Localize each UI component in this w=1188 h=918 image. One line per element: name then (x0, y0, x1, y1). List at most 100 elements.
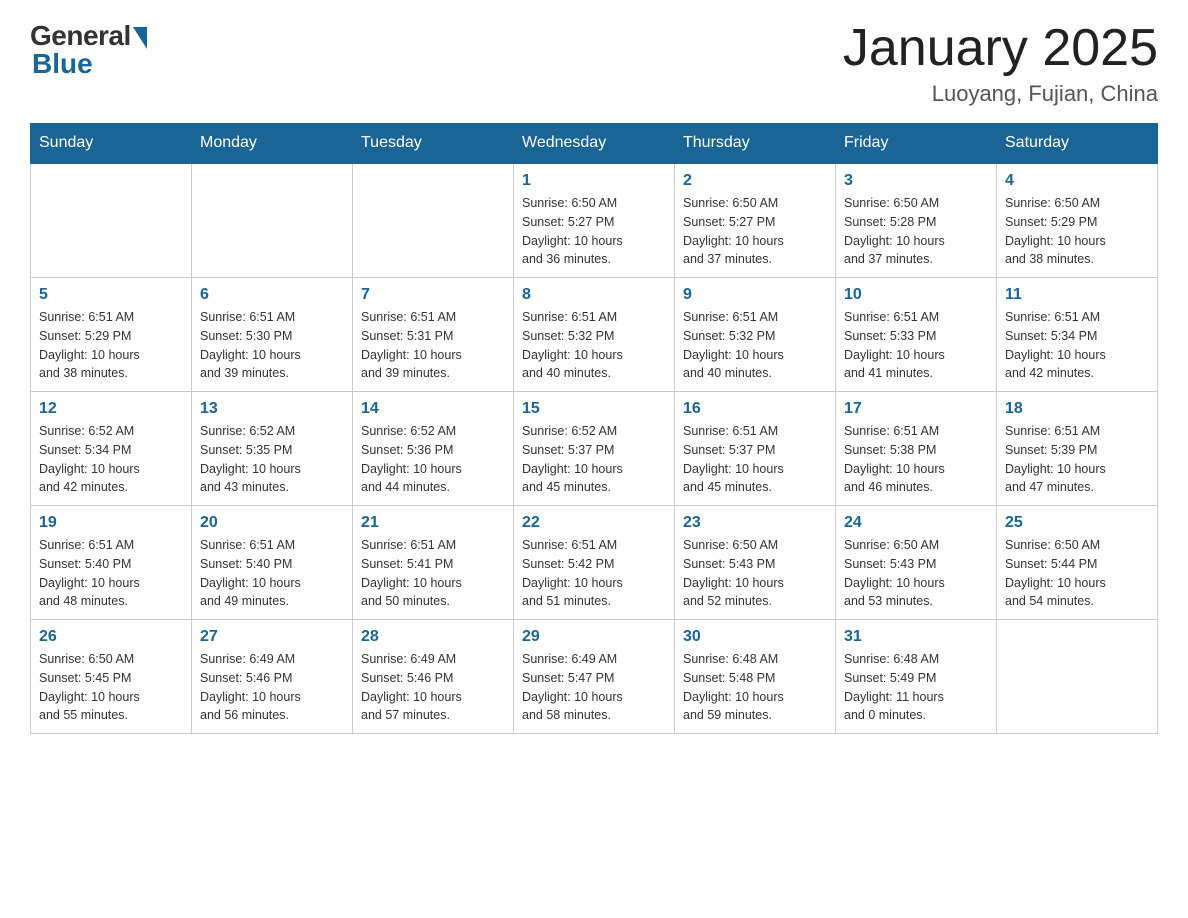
page-header: General Blue January 2025 Luoyang, Fujia… (30, 20, 1158, 107)
calendar-cell: 31 Sunrise: 6:48 AMSunset: 5:49 PMDayligh… (836, 620, 997, 734)
calendar-cell (997, 620, 1158, 734)
title-block: January 2025 Luoyang, Fujian, China (843, 20, 1158, 107)
day-header-monday: Monday (192, 124, 353, 164)
day-number: 4 (1005, 172, 1149, 190)
logo-blue-text: Blue (32, 48, 93, 80)
day-info: Sunrise: 6:51 AMSunset: 5:34 PMDaylight:… (1005, 308, 1149, 383)
day-info: Sunrise: 6:52 AMSunset: 5:37 PMDaylight:… (522, 422, 666, 497)
calendar-cell: 1 Sunrise: 6:50 AMSunset: 5:27 PMDaylight… (514, 163, 675, 278)
day-number: 3 (844, 172, 988, 190)
day-info: Sunrise: 6:49 AMSunset: 5:47 PMDaylight:… (522, 650, 666, 725)
week-row-4: 19Sunrise: 6:51 AMSunset: 5:40 PMDayligh… (31, 506, 1158, 620)
calendar-cell: 4Sunrise: 6:50 AMSunset: 5:29 PMDaylight… (997, 163, 1158, 278)
day-info: Sunrise: 6:49 AMSunset: 5:46 PMDaylight:… (200, 650, 344, 725)
day-info: Sunrise: 6:50 AMSunset: 5:43 PMDaylight:… (683, 536, 827, 611)
day-header-thursday: Thursday (675, 124, 836, 164)
calendar-cell: 16Sunrise: 6:51 AMSunset: 5:37 PMDayligh… (675, 392, 836, 506)
day-number: 21 (361, 514, 505, 532)
calendar-cell: 25 Sunrise: 6:50 AMSunset: 5:44 PMDayligh… (997, 506, 1158, 620)
calendar-cell (192, 163, 353, 278)
logo-triangle-icon (133, 27, 147, 49)
day-number: 20 (200, 514, 344, 532)
day-number: 9 (683, 286, 827, 304)
day-info: Sunrise: 6:51 AMSunset: 5:40 PMDaylight:… (200, 536, 344, 611)
day-info: Sunrise: 6:50 AMSunset: 5:27 PMDaylight:… (683, 194, 827, 269)
day-number: 22 (522, 514, 666, 532)
calendar-cell: 18 Sunrise: 6:51 AMSunset: 5:39 PMDayligh… (997, 392, 1158, 506)
day-number: 8 (522, 286, 666, 304)
calendar-cell: 13Sunrise: 6:52 AMSunset: 5:35 PMDayligh… (192, 392, 353, 506)
day-info: Sunrise: 6:50 AMSunset: 5:28 PMDaylight:… (844, 194, 988, 269)
day-info: Sunrise: 6:51 AMSunset: 5:32 PMDaylight:… (683, 308, 827, 383)
day-info: Sunrise: 6:51 AMSunset: 5:39 PMDaylight:… (1005, 422, 1149, 497)
calendar-cell: 24 Sunrise: 6:50 AMSunset: 5:43 PMDayligh… (836, 506, 997, 620)
day-number: 25 (1005, 514, 1149, 532)
day-number: 10 (844, 286, 988, 304)
calendar-table: SundayMondayTuesdayWednesdayThursdayFrid… (30, 123, 1158, 734)
day-info: Sunrise: 6:52 AMSunset: 5:36 PMDaylight:… (361, 422, 505, 497)
calendar-cell: 3 Sunrise: 6:50 AMSunset: 5:28 PMDaylight… (836, 163, 997, 278)
day-number: 6 (200, 286, 344, 304)
calendar-cell: 20 Sunrise: 6:51 AMSunset: 5:40 PMDayligh… (192, 506, 353, 620)
calendar-cell: 30Sunrise: 6:48 AMSunset: 5:48 PMDayligh… (675, 620, 836, 734)
day-info: Sunrise: 6:51 AMSunset: 5:38 PMDaylight:… (844, 422, 988, 497)
day-number: 11 (1005, 286, 1149, 304)
calendar-cell: 6 Sunrise: 6:51 AMSunset: 5:30 PMDaylight… (192, 278, 353, 392)
calendar-cell: 27 Sunrise: 6:49 AMSunset: 5:46 PMDayligh… (192, 620, 353, 734)
day-info: Sunrise: 6:51 AMSunset: 5:29 PMDaylight:… (39, 308, 183, 383)
day-number: 30 (683, 628, 827, 646)
day-number: 2 (683, 172, 827, 190)
day-info: Sunrise: 6:51 AMSunset: 5:42 PMDaylight:… (522, 536, 666, 611)
day-number: 5 (39, 286, 183, 304)
calendar-cell (353, 163, 514, 278)
calendar-cell: 28Sunrise: 6:49 AMSunset: 5:46 PMDayligh… (353, 620, 514, 734)
calendar-cell: 7Sunrise: 6:51 AMSunset: 5:31 PMDaylight… (353, 278, 514, 392)
calendar-cell: 21 Sunrise: 6:51 AMSunset: 5:41 PMDayligh… (353, 506, 514, 620)
calendar-cell: 14 Sunrise: 6:52 AMSunset: 5:36 PMDayligh… (353, 392, 514, 506)
day-info: Sunrise: 6:49 AMSunset: 5:46 PMDaylight:… (361, 650, 505, 725)
day-number: 12 (39, 400, 183, 418)
day-info: Sunrise: 6:51 AMSunset: 5:41 PMDaylight:… (361, 536, 505, 611)
day-number: 24 (844, 514, 988, 532)
day-number: 1 (522, 172, 666, 190)
day-info: Sunrise: 6:50 AMSunset: 5:43 PMDaylight:… (844, 536, 988, 611)
calendar-cell: 2 Sunrise: 6:50 AMSunset: 5:27 PMDaylight… (675, 163, 836, 278)
week-row-5: 26 Sunrise: 6:50 AMSunset: 5:45 PMDayligh… (31, 620, 1158, 734)
day-number: 14 (361, 400, 505, 418)
calendar-cell (31, 163, 192, 278)
calendar-cell: 15Sunrise: 6:52 AMSunset: 5:37 PMDayligh… (514, 392, 675, 506)
day-info: Sunrise: 6:52 AMSunset: 5:35 PMDaylight:… (200, 422, 344, 497)
calendar-title: January 2025 (843, 20, 1158, 77)
day-number: 26 (39, 628, 183, 646)
day-header-saturday: Saturday (997, 124, 1158, 164)
week-row-3: 12 Sunrise: 6:52 AMSunset: 5:34 PMDayligh… (31, 392, 1158, 506)
calendar-cell: 11 Sunrise: 6:51 AMSunset: 5:34 PMDayligh… (997, 278, 1158, 392)
day-info: Sunrise: 6:48 AMSunset: 5:49 PMDaylight:… (844, 650, 988, 725)
day-info: Sunrise: 6:51 AMSunset: 5:32 PMDaylight:… (522, 308, 666, 383)
calendar-cell: 26 Sunrise: 6:50 AMSunset: 5:45 PMDayligh… (31, 620, 192, 734)
day-header-tuesday: Tuesday (353, 124, 514, 164)
week-row-1: 1 Sunrise: 6:50 AMSunset: 5:27 PMDaylight… (31, 163, 1158, 278)
day-number: 18 (1005, 400, 1149, 418)
day-header-sunday: Sunday (31, 124, 192, 164)
day-number: 23 (683, 514, 827, 532)
day-number: 31 (844, 628, 988, 646)
day-info: Sunrise: 6:50 AMSunset: 5:45 PMDaylight:… (39, 650, 183, 725)
calendar-cell: 19Sunrise: 6:51 AMSunset: 5:40 PMDayligh… (31, 506, 192, 620)
day-info: Sunrise: 6:52 AMSunset: 5:34 PMDaylight:… (39, 422, 183, 497)
day-number: 16 (683, 400, 827, 418)
calendar-cell: 10Sunrise: 6:51 AMSunset: 5:33 PMDayligh… (836, 278, 997, 392)
calendar-cell: 12 Sunrise: 6:52 AMSunset: 5:34 PMDayligh… (31, 392, 192, 506)
calendar-cell: 29Sunrise: 6:49 AMSunset: 5:47 PMDayligh… (514, 620, 675, 734)
day-header-wednesday: Wednesday (514, 124, 675, 164)
days-header-row: SundayMondayTuesdayWednesdayThursdayFrid… (31, 124, 1158, 164)
calendar-cell: 9 Sunrise: 6:51 AMSunset: 5:32 PMDaylight… (675, 278, 836, 392)
day-info: Sunrise: 6:50 AMSunset: 5:27 PMDaylight:… (522, 194, 666, 269)
day-number: 7 (361, 286, 505, 304)
day-number: 27 (200, 628, 344, 646)
calendar-subtitle: Luoyang, Fujian, China (843, 81, 1158, 107)
day-info: Sunrise: 6:50 AMSunset: 5:44 PMDaylight:… (1005, 536, 1149, 611)
day-info: Sunrise: 6:51 AMSunset: 5:30 PMDaylight:… (200, 308, 344, 383)
day-info: Sunrise: 6:51 AMSunset: 5:40 PMDaylight:… (39, 536, 183, 611)
week-row-2: 5 Sunrise: 6:51 AMSunset: 5:29 PMDaylight… (31, 278, 1158, 392)
